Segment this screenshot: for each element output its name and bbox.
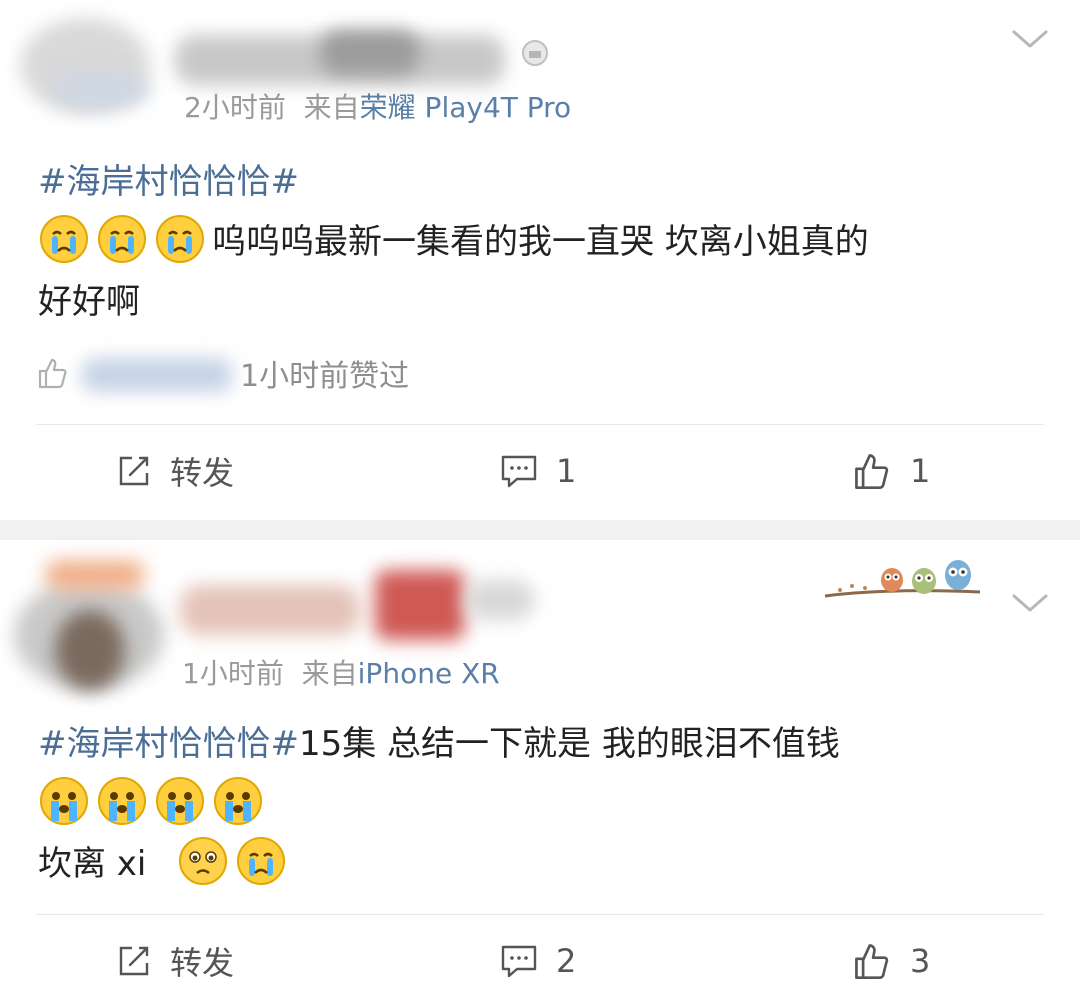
- post-time: 1小时前: [182, 657, 284, 690]
- crying-emoji: [214, 777, 262, 825]
- hashtag-link[interactable]: #海岸村恰恰恰#: [38, 724, 299, 764]
- thumbs-up-icon: [855, 944, 889, 979]
- post-source[interactable]: 荣耀 Play4T Pro: [360, 91, 572, 124]
- liker-name[interactable]: [82, 353, 232, 393]
- post-text: 呜呜呜最新一集看的我一直哭 坎离小姐真的: [212, 222, 869, 262]
- post-from: 来自: [301, 657, 358, 690]
- comment-button[interactable]: 2: [500, 936, 576, 986]
- liked-by-row[interactable]: 1小时前赞过: [34, 348, 409, 398]
- comment-icon: [501, 455, 537, 488]
- like-button[interactable]: 3: [852, 936, 930, 986]
- post-text: 15集 总结一下就是 我的眼泪不值钱: [298, 724, 840, 764]
- comment-icon: [501, 945, 537, 978]
- thumbs-up-icon: [855, 454, 889, 489]
- repost-icon: [119, 946, 149, 976]
- repost-button[interactable]: 转发: [116, 936, 234, 986]
- crying-emoji: [156, 777, 204, 825]
- repost-icon: [119, 456, 149, 486]
- post-meta: 1小时前 来自iPhone XR: [182, 652, 500, 692]
- crying-emoji: [98, 215, 146, 263]
- weibo-comment-card: 2小时前 来自荣耀 Play4T Pro #海岸村恰恰恰# 呜呜呜最新一集看的我…: [0, 0, 1080, 520]
- divider: [36, 424, 1044, 425]
- crying-emoji: [98, 777, 146, 825]
- card-separator: [0, 520, 1080, 540]
- crying-emoji: [156, 215, 204, 263]
- like-button[interactable]: 1: [852, 446, 930, 496]
- repost-label: 转发: [170, 454, 235, 492]
- chevron-down-icon[interactable]: [1008, 588, 1052, 618]
- crying-emoji: [40, 777, 88, 825]
- crying-emoji: [237, 837, 286, 885]
- post-text: 好好啊: [38, 282, 140, 322]
- weibo-comment-card: 1小时前 来自iPhone XR #海岸村恰恰恰#15集 总结一下就是 我的眼泪…: [0, 540, 1080, 987]
- post-source[interactable]: iPhone XR: [358, 657, 500, 690]
- comment-count: 1: [556, 452, 577, 490]
- chevron-down-icon[interactable]: [1008, 24, 1052, 54]
- crying-emoji: [40, 215, 88, 263]
- level-badge-icon: [522, 40, 548, 66]
- post-time: 2小时前: [184, 91, 286, 124]
- repost-button[interactable]: 转发: [116, 446, 234, 496]
- like-count: 3: [910, 942, 931, 980]
- comment-button[interactable]: 1: [500, 446, 576, 496]
- post-text: 坎离 xi: [38, 844, 147, 884]
- post-content: #海岸村恰恰恰#15集 总结一下就是 我的眼泪不值钱 坎离 xi: [38, 714, 840, 894]
- post-from: 来自: [303, 91, 360, 124]
- thumbs-up-icon: [38, 358, 67, 389]
- pleading-emoji: [179, 837, 228, 885]
- hashtag-link[interactable]: #海岸村恰恰恰#: [38, 162, 299, 202]
- owl-branch-decoration: [824, 560, 981, 598]
- post-meta: 2小时前 来自荣耀 Play4T Pro: [184, 86, 571, 126]
- comment-count: 2: [556, 942, 577, 980]
- like-count: 1: [910, 452, 931, 490]
- post-content: #海岸村恰恰恰# 呜呜呜最新一集看的我一直哭 坎离小姐真的 好好啊: [38, 152, 869, 332]
- divider: [36, 914, 1044, 915]
- liked-time: 1小时前赞过: [240, 359, 410, 394]
- repost-label: 转发: [170, 944, 235, 982]
